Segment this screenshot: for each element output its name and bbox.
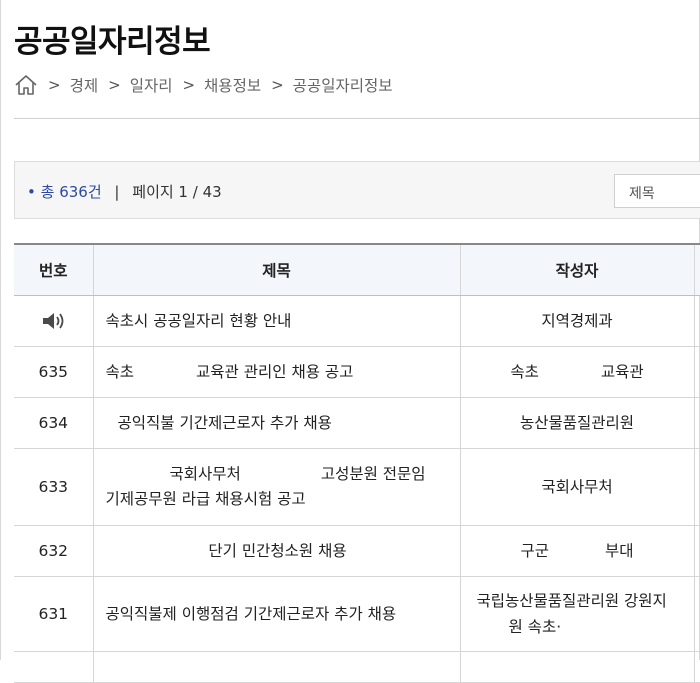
page-title: 공공일자리정보: [14, 24, 211, 60]
speaker-icon: [40, 310, 66, 332]
column-header-title: 제목: [93, 244, 461, 296]
post-writer: 지역경제과: [541, 312, 613, 330]
breadcrumb-link-economy[interactable]: 경제: [70, 74, 99, 96]
table-row[interactable]: 633 국회사무처 고성분원 전문임 기제공무원 라급 채용시험 공고 국회사무처: [14, 448, 700, 526]
post-writer: 국립농산물품질관리원 강원지 원 속초·: [476, 592, 667, 636]
post-number: 633: [14, 448, 94, 526]
bullet-icon: •: [27, 183, 36, 201]
post-number: 632: [14, 525, 94, 577]
column-header-number: 번호: [14, 244, 94, 296]
chevron-right-icon: >: [48, 76, 61, 94]
breadcrumb-link-jobs[interactable]: 일자리: [130, 74, 173, 96]
breadcrumb-link-recruitment[interactable]: 채용정보: [204, 74, 261, 96]
title-divider: [14, 118, 700, 119]
board-table: 번호 제목 작성자 속초시 공공일자리 현황 안내 지역경제과 635 속초교: [14, 243, 700, 683]
post-number: 635: [14, 346, 94, 398]
post-writer: 구군 부대: [520, 542, 634, 560]
home-icon[interactable]: [14, 73, 38, 97]
board-info-bar: • 총 636건 | 페이지 1 / 43 제목: [14, 161, 700, 219]
column-header-writer: 작성자: [460, 244, 695, 296]
post-title-link[interactable]: 국회사무처 고성분원 전문임 기제공무원 라급 채용시험 공고: [106, 465, 426, 508]
breadcrumb: > 경제 > 일자리 > 채용정보 > 공공일자리정보: [14, 72, 393, 98]
post-number: 634: [14, 397, 94, 449]
post-writer: 농산물품질관리원: [519, 414, 635, 432]
post-title-link[interactable]: 단기 민간청소원 채용: [208, 542, 346, 560]
search-field-select[interactable]: 제목: [614, 174, 700, 208]
post-title-link[interactable]: 속초 교육관 관리인 채용 공고: [106, 363, 354, 381]
chevron-right-icon: >: [182, 76, 196, 94]
post-writer: 속초 교육관: [510, 363, 644, 381]
post-title-link[interactable]: 공익직불 기간제근로자 추가 채용: [118, 414, 332, 432]
post-title-link[interactable]: 공익직불제 이행점검 기간제근로자 추가 채용: [106, 605, 397, 623]
table-row[interactable]: 631 공익직불제 이행점검 기간제근로자 추가 채용 국립농산물품질관리원 강…: [14, 576, 700, 652]
table-row: [14, 651, 700, 683]
left-border: [0, 0, 1, 660]
table-row[interactable]: 속초시 공공일자리 현황 안내 지역경제과: [14, 295, 700, 347]
chevron-right-icon: >: [271, 76, 284, 94]
table-row[interactable]: 635 속초 교육관 관리인 채용 공고 속초 교육관: [14, 346, 700, 398]
divider-bar: |: [114, 183, 120, 201]
post-writer: 국회사무처: [541, 478, 613, 496]
breadcrumb-current[interactable]: 공공일자리정보: [293, 74, 393, 96]
page-indicator: 페이지 1 / 43: [132, 183, 222, 201]
table-row[interactable]: 632 단기 민간청소원 채용 구군 부대: [14, 525, 700, 577]
post-title-link[interactable]: 속초시 공공일자리 현황 안내: [106, 312, 292, 330]
table-row[interactable]: 634 공익직불 기간제근로자 추가 채용 농산물품질관리원: [14, 397, 700, 449]
total-count: 총 636건: [40, 183, 102, 201]
post-number: 631: [14, 576, 94, 652]
chevron-right-icon: >: [108, 76, 121, 94]
